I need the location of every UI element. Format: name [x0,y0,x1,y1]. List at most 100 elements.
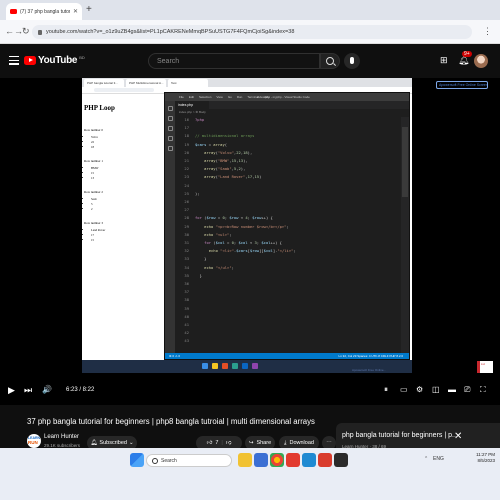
create-video-icon[interactable]: ⊞ [440,55,448,66]
tab-close-icon[interactable]: ✕ [73,8,78,15]
vscode-editor-tab: index.php [175,101,209,109]
subtitles-icon[interactable]: ▭ [400,385,408,394]
playlist-title[interactable]: php bangla tutorial for beginners | p... [342,432,458,439]
settings-gear-icon[interactable]: ⚙ [416,385,423,394]
youtube-logo[interactable]: YouTube BD [24,55,85,66]
code-line: array("Volvo",22,18), [204,149,253,155]
browser-tab-title: (7) 37 php bangla tutorial for be [20,8,70,15]
code-line: echo "</ul>"; [204,264,234,270]
browser-tab[interactable]: (7) 37 php bangla tutorial for be ✕ [6,3,82,20]
vscode-menu-bar: File Edit Selection View Go Run Terminal… [165,93,409,101]
vscode-menu-item: Go [227,95,232,99]
fullscreen-icon[interactable]: ⛶ [480,385,486,395]
miniplayer-icon[interactable]: ◫ [432,385,440,394]
taskbar-search-box[interactable]: Search [146,454,232,467]
download-label: Download [289,440,314,446]
theater-mode-icon[interactable]: ▬ [448,385,456,394]
line-number: 43 [184,338,189,344]
line-number: 34 [184,264,189,270]
search-icon [167,116,173,121]
code-line: echo "<li>".$cars[$row][$col]."</li>"; [208,248,296,254]
vscode-menu-item: File [179,95,184,99]
play-button[interactable]: ▶ [8,385,15,396]
line-number: 25 [184,190,189,196]
volume-button[interactable]: 🔊 [42,385,52,394]
code-line: ?php [195,117,205,122]
webpage-section: Row number 1 BMW 15 13 [84,159,162,181]
vscode-editor-tabs: index.php [175,101,409,109]
channel-watermark-logo: LH [477,361,493,373]
line-number: 18 [184,133,189,139]
autoplay-toggle-icon[interactable]: ⏸︎ [384,385,388,395]
line-number: 28 [184,215,189,221]
code-line: for ($row = 0; $row < 4; $row++) { [195,215,273,221]
windows-start-icon[interactable] [130,453,144,467]
line-number: 39 [184,305,189,311]
line-number: 19 [184,141,189,147]
browser-tab-strip: (7) 37 php bangla tutorial for be ✕ + [0,0,500,20]
code-line: array("Saab",5,2), [204,166,246,172]
line-number: 35 [184,272,189,278]
section-title: Row number 0 [84,128,103,132]
vscode-scrollbar [401,117,409,353]
clock[interactable]: 11:27 PM 8/5/2023 [476,452,495,464]
tray-chevron-icon[interactable]: ⌃ [424,456,428,462]
webpage-section: Row number 0 Volvo 22 18 [84,128,162,150]
vscode-activity-bar [165,101,175,353]
vscode-icon[interactable] [302,453,316,467]
language-indicator[interactable]: ENG [433,456,444,462]
line-number: 31 [184,240,189,245]
youtube-header: YouTube BD Search ⊞ 🔔︎ 9+ [0,44,500,78]
back-button[interactable]: ← [5,26,14,36]
channel-name[interactable]: Learn Hunter [44,434,79,440]
vscode-window: File Edit Selection View Go Run Terminal… [164,92,410,360]
search-button[interactable] [320,53,340,69]
debug-icon [167,136,173,141]
line-number: 20 [184,149,189,155]
video-player[interactable]: PHP bangla tutorial 3... PHP Multidimens… [0,78,500,460]
code-line: ); [195,190,200,196]
webpage-title: PHP Loop [84,104,115,112]
taskview-icon[interactable] [254,453,268,467]
new-tab-button[interactable]: + [86,4,92,15]
terminal-icon[interactable] [334,453,348,467]
chrome-icon[interactable] [270,453,284,467]
url-field[interactable]: youtube.com/watch?v=_o1z9uZB4gs&list=PL1… [32,25,472,39]
vscode-status-bar: ⊗ 0 ⚠ 0 Ln 32, Col 29 Spaces: 4 UTF-8 CR… [165,353,409,359]
cast-icon[interactable]: ⎚ [464,385,470,395]
playlist-close-button[interactable]: ✕ [454,431,462,442]
vscode-code-area: 16 ?php 17 18 // multidimensional arrays 19 $c… [175,117,401,353]
next-button[interactable]: ⏭ [24,385,32,396]
list-item: 15 [91,238,162,243]
country-code: BD [79,55,85,60]
video-title: 37 php bangla tutorial for beginners | p… [27,417,315,426]
channel-avatar[interactable]: LEARN RUN [27,434,41,448]
line-number: 38 [184,297,189,303]
hamburger-menu-icon[interactable] [9,56,19,67]
section-title: Row number 3 [84,221,103,225]
thumbs-up-icon: 👍︎ [206,440,213,446]
line-number: 23 [184,174,189,180]
webpage-section: Row number 3 Land Rover 17 15 [84,221,162,243]
recorder-credit: Apowersoft Free Online... [352,368,387,372]
extensions-icon [167,146,173,151]
time-display: 6:23 / 8:22 [66,387,95,393]
explorer-icon [167,106,173,111]
file-explorer-icon[interactable] [238,453,252,467]
vscode-menu-item: View [216,95,223,99]
line-number: 21 [184,158,189,163]
line-number: 37 [184,289,189,295]
share-icon: ↪ [248,440,254,446]
notification-badge: 9+ [462,51,472,57]
inner-browser-tabs: PHP bangla tutorial 3... PHP Multidimens… [82,78,412,87]
download-icon: ⤓ [284,439,287,446]
line-number: 29 [184,223,189,229]
recorder-app-icon[interactable] [318,453,332,467]
app-icon[interactable] [286,453,300,467]
voice-search-mic-icon[interactable] [344,53,360,69]
avatar[interactable] [474,54,488,68]
section-title: Row number 2 [84,190,103,194]
browser-menu-button[interactable]: ⋮ [483,26,492,37]
search-input[interactable]: Search [148,53,320,69]
reload-button[interactable]: ↻ [22,26,30,37]
